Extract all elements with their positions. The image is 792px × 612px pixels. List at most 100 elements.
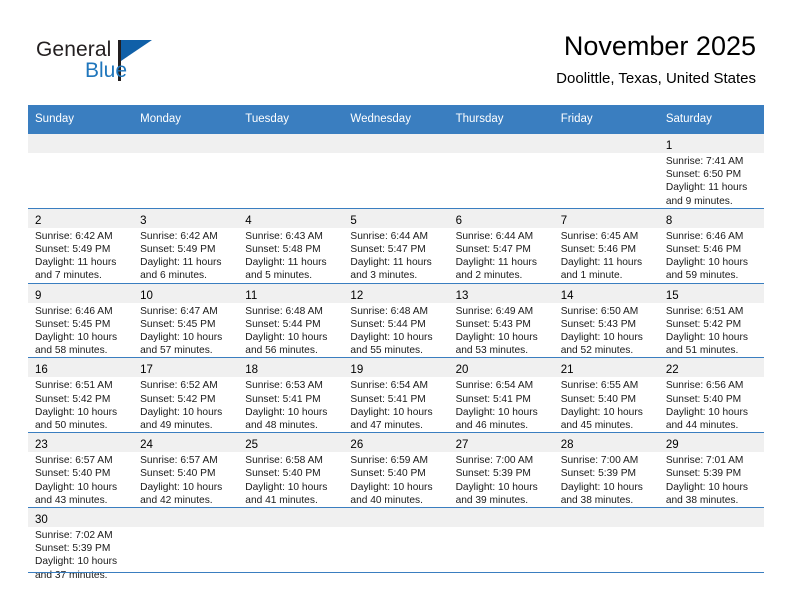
day-cell-inner [553, 134, 659, 208]
day-details: Sunrise: 6:48 AM Sunset: 5:44 PM Daylight:… [238, 303, 343, 358]
day-cell-inner: 13 Sunrise: 6:49 AM Sunset: 5:43 PM Dayligh… [448, 283, 554, 358]
calendar-day-cell[interactable]: 18 Sunrise: 6:53 AM Sunset: 5:41 PM Dayligh… [238, 357, 344, 433]
calendar-day-cell[interactable]: 13 Sunrise: 6:49 AM Sunset: 5:43 PM Dayligh… [448, 282, 554, 358]
daylight-duration-line2: and 39 minutes. [455, 494, 529, 506]
day-details: Sunrise: 6:57 AM Sunset: 5:40 PM Daylight:… [133, 452, 238, 507]
daylight-duration-line1: Daylight: 10 hours [455, 406, 538, 418]
day-number: 20 [455, 364, 469, 377]
sunset-time: Sunset: 5:41 PM [455, 393, 531, 405]
calendar-day-cell[interactable]: 19 Sunrise: 6:54 AM Sunset: 5:41 PM Dayligh… [343, 357, 449, 433]
general-blue-logo[interactable]: General Blue [36, 38, 216, 90]
day-cell-inner [658, 508, 764, 582]
sunset-time: Sunset: 5:46 PM [665, 244, 742, 256]
calendar-day-cell[interactable]: 9 Sunrise: 6:46 AM Sunset: 5:45 PM Daylight… [28, 282, 134, 358]
day-cell-inner: 11 Sunrise: 6:48 AM Sunset: 5:44 PM Dayligh… [238, 283, 344, 358]
calendar-day-cell[interactable]: 15 Sunrise: 6:51 AM Sunset: 5:42 PM Dayligh… [658, 282, 764, 358]
day-cell-inner: 16 Sunrise: 6:51 AM Sunset: 5:42 PM Dayligh… [28, 358, 134, 432]
day-number-band [343, 508, 449, 528]
day-number: 19 [350, 364, 364, 377]
daylight-duration-line1: Daylight: 11 hours [350, 257, 432, 269]
day-details: Sunrise: 6:52 AM Sunset: 5:42 PM Daylight:… [133, 377, 238, 432]
calendar-day-cell[interactable]: 4 Sunrise: 6:43 AM Sunset: 5:48 PM Daylight… [238, 207, 344, 284]
day-number-band: 9 [28, 283, 134, 303]
calendar-day-cell[interactable]: 12 Sunrise: 6:48 AM Sunset: 5:44 PM Dayligh… [343, 282, 449, 358]
sunrise-time: Sunrise: 6:55 AM [560, 380, 639, 392]
calendar-day-cell[interactable]: 22 Sunrise: 6:56 AM Sunset: 5:40 PM Dayligh… [658, 357, 764, 433]
calendar-day-cell[interactable]: 29 Sunrise: 7:01 AM Sunset: 5:39 PM Dayligh… [658, 432, 764, 508]
daylight-duration-line2: and 59 minutes. [665, 270, 739, 282]
calendar-day-cell[interactable]: 21 Sunrise: 6:55 AM Sunset: 5:40 PM Dayligh… [553, 357, 659, 433]
daylight-duration-line1: Daylight: 10 hours [560, 332, 643, 344]
calendar-day-cell[interactable]: 14 Sunrise: 6:50 AM Sunset: 5:43 PM Dayligh… [553, 282, 659, 358]
calendar-day-cell-empty [133, 507, 239, 582]
calendar-day-cell-empty [448, 507, 554, 582]
calendar-day-cell[interactable]: 10 Sunrise: 6:47 AM Sunset: 5:45 PM Dayligh… [133, 282, 239, 358]
day-details: Sunrise: 6:42 AM Sunset: 5:49 PM Daylight:… [28, 228, 133, 283]
calendar-day-cell[interactable]: 28 Sunrise: 7:00 AM Sunset: 5:39 PM Dayligh… [553, 432, 659, 508]
sunrise-sunset-calendar: Sunday Monday Tuesday Wednesday Thursday… [28, 105, 764, 582]
sunset-time: Sunset: 5:42 PM [35, 393, 111, 405]
day-cell-inner [553, 508, 659, 582]
day-number: 24 [140, 439, 153, 452]
day-details: Sunrise: 7:01 AM Sunset: 5:39 PM Daylight:… [659, 452, 764, 507]
calendar-day-cell[interactable]: 6 Sunrise: 6:44 AM Sunset: 5:47 PM Daylight… [448, 207, 554, 284]
day-cell-inner: 27 Sunrise: 7:00 AM Sunset: 5:39 PM Dayligh… [448, 433, 554, 507]
daylight-duration-line1: Daylight: 11 hours [665, 182, 748, 194]
daylight-duration-line1: Daylight: 10 hours [665, 406, 748, 418]
day-cell-inner: 12 Sunrise: 6:48 AM Sunset: 5:44 PM Dayligh… [343, 283, 449, 358]
day-details: Sunrise: 6:45 AM Sunset: 5:46 PM Daylight:… [554, 228, 659, 283]
day-cell-inner: 10 Sunrise: 6:47 AM Sunset: 5:45 PM Dayligh… [133, 283, 239, 358]
calendar-day-cell[interactable]: 16 Sunrise: 6:51 AM Sunset: 5:42 PM Dayligh… [28, 357, 134, 433]
day-details: Sunrise: 6:51 AM Sunset: 5:42 PM Daylight:… [659, 303, 764, 358]
calendar-day-cell[interactable]: 17 Sunrise: 6:52 AM Sunset: 5:42 PM Dayligh… [133, 357, 239, 433]
sunset-time: Sunset: 5:39 PM [455, 468, 531, 480]
day-cell-inner: 1 Sunrise: 7:41 AM Sunset: 6:50 PM Daylight… [658, 134, 764, 208]
day-details: Sunrise: 7:00 AM Sunset: 5:39 PM Daylight:… [554, 452, 659, 507]
day-cell-inner: 18 Sunrise: 6:53 AM Sunset: 5:41 PM Dayligh… [238, 358, 344, 432]
sunset-time: Sunset: 5:46 PM [560, 244, 637, 256]
day-cell-inner: 29 Sunrise: 7:01 AM Sunset: 5:39 PM Dayligh… [658, 433, 764, 507]
daylight-duration-line2: and 44 minutes. [665, 420, 739, 432]
sunrise-time: Sunrise: 6:45 AM [560, 230, 639, 242]
day-number: 29 [665, 439, 679, 452]
day-cell-inner: 23 Sunrise: 6:57 AM Sunset: 5:40 PM Dayligh… [28, 433, 134, 507]
calendar-day-cell-empty [553, 507, 659, 582]
calendar-day-cell-empty [343, 507, 449, 582]
sunset-time: Sunset: 5:40 PM [350, 468, 426, 480]
day-details: Sunrise: 6:53 AM Sunset: 5:41 PM Daylight:… [238, 377, 343, 432]
calendar-day-cell[interactable]: 26 Sunrise: 6:59 AM Sunset: 5:40 PM Dayligh… [343, 432, 449, 508]
calendar-day-cell[interactable]: 25 Sunrise: 6:58 AM Sunset: 5:40 PM Dayligh… [238, 432, 344, 508]
calendar-day-cell[interactable]: 2 Sunrise: 6:42 AM Sunset: 5:49 PM Daylight… [28, 207, 134, 284]
day-cell-inner: 15 Sunrise: 6:51 AM Sunset: 5:42 PM Dayligh… [658, 283, 764, 358]
calendar-day-cell[interactable]: 1 Sunrise: 7:41 AM Sunset: 6:50 PM Daylight… [658, 133, 764, 209]
day-details: Sunrise: 6:42 AM Sunset: 5:49 PM Daylight:… [133, 228, 238, 283]
sunrise-time: Sunrise: 6:59 AM [350, 455, 429, 467]
daylight-duration-line2: and 45 minutes. [560, 420, 634, 432]
calendar-day-cell[interactable]: 7 Sunrise: 6:45 AM Sunset: 5:46 PM Daylight… [553, 207, 659, 284]
daylight-duration-line1: Daylight: 10 hours [140, 406, 223, 418]
sunset-time: Sunset: 5:41 PM [245, 393, 321, 405]
calendar-day-cell[interactable]: 5 Sunrise: 6:44 AM Sunset: 5:47 PM Daylight… [343, 207, 449, 284]
sunrise-time: Sunrise: 6:50 AM [560, 305, 639, 317]
calendar-day-cell[interactable]: 20 Sunrise: 6:54 AM Sunset: 5:41 PM Dayligh… [448, 357, 554, 433]
calendar-day-cell[interactable]: 27 Sunrise: 7:00 AM Sunset: 5:39 PM Dayligh… [448, 432, 554, 508]
sunrise-time: Sunrise: 6:42 AM [140, 230, 218, 242]
daylight-duration-line1: Daylight: 10 hours [140, 332, 223, 344]
calendar-day-cell[interactable]: 23 Sunrise: 6:57 AM Sunset: 5:40 PM Dayligh… [28, 432, 134, 508]
weekday-header-row: Sunday Monday Tuesday Wednesday Thursday… [28, 105, 764, 134]
day-number: 15 [665, 289, 679, 302]
calendar-day-cell[interactable]: 8 Sunrise: 6:46 AM Sunset: 5:46 PM Daylight… [658, 207, 764, 284]
weekday-header-wednesday: Wednesday [343, 105, 449, 134]
calendar-day-cell[interactable]: 30 Sunrise: 7:02 AM Sunset: 5:39 PM Dayligh… [28, 507, 134, 582]
calendar-day-cell[interactable]: 3 Sunrise: 6:42 AM Sunset: 5:49 PM Daylight… [133, 207, 239, 284]
daylight-duration-line1: Daylight: 10 hours [560, 406, 643, 418]
daylight-duration-line1: Daylight: 10 hours [665, 332, 748, 344]
day-number-band: 11 [238, 283, 344, 303]
daylight-duration-line1: Daylight: 10 hours [455, 481, 538, 493]
weekday-header-sunday: Sunday [28, 105, 134, 134]
day-number-band: 10 [133, 283, 239, 303]
calendar-day-cell[interactable]: 11 Sunrise: 6:48 AM Sunset: 5:44 PM Dayligh… [238, 282, 344, 358]
day-number: 10 [140, 289, 153, 302]
calendar-day-cell[interactable]: 24 Sunrise: 6:57 AM Sunset: 5:40 PM Dayligh… [133, 432, 239, 508]
logo-text-blue: Blue [85, 59, 128, 82]
